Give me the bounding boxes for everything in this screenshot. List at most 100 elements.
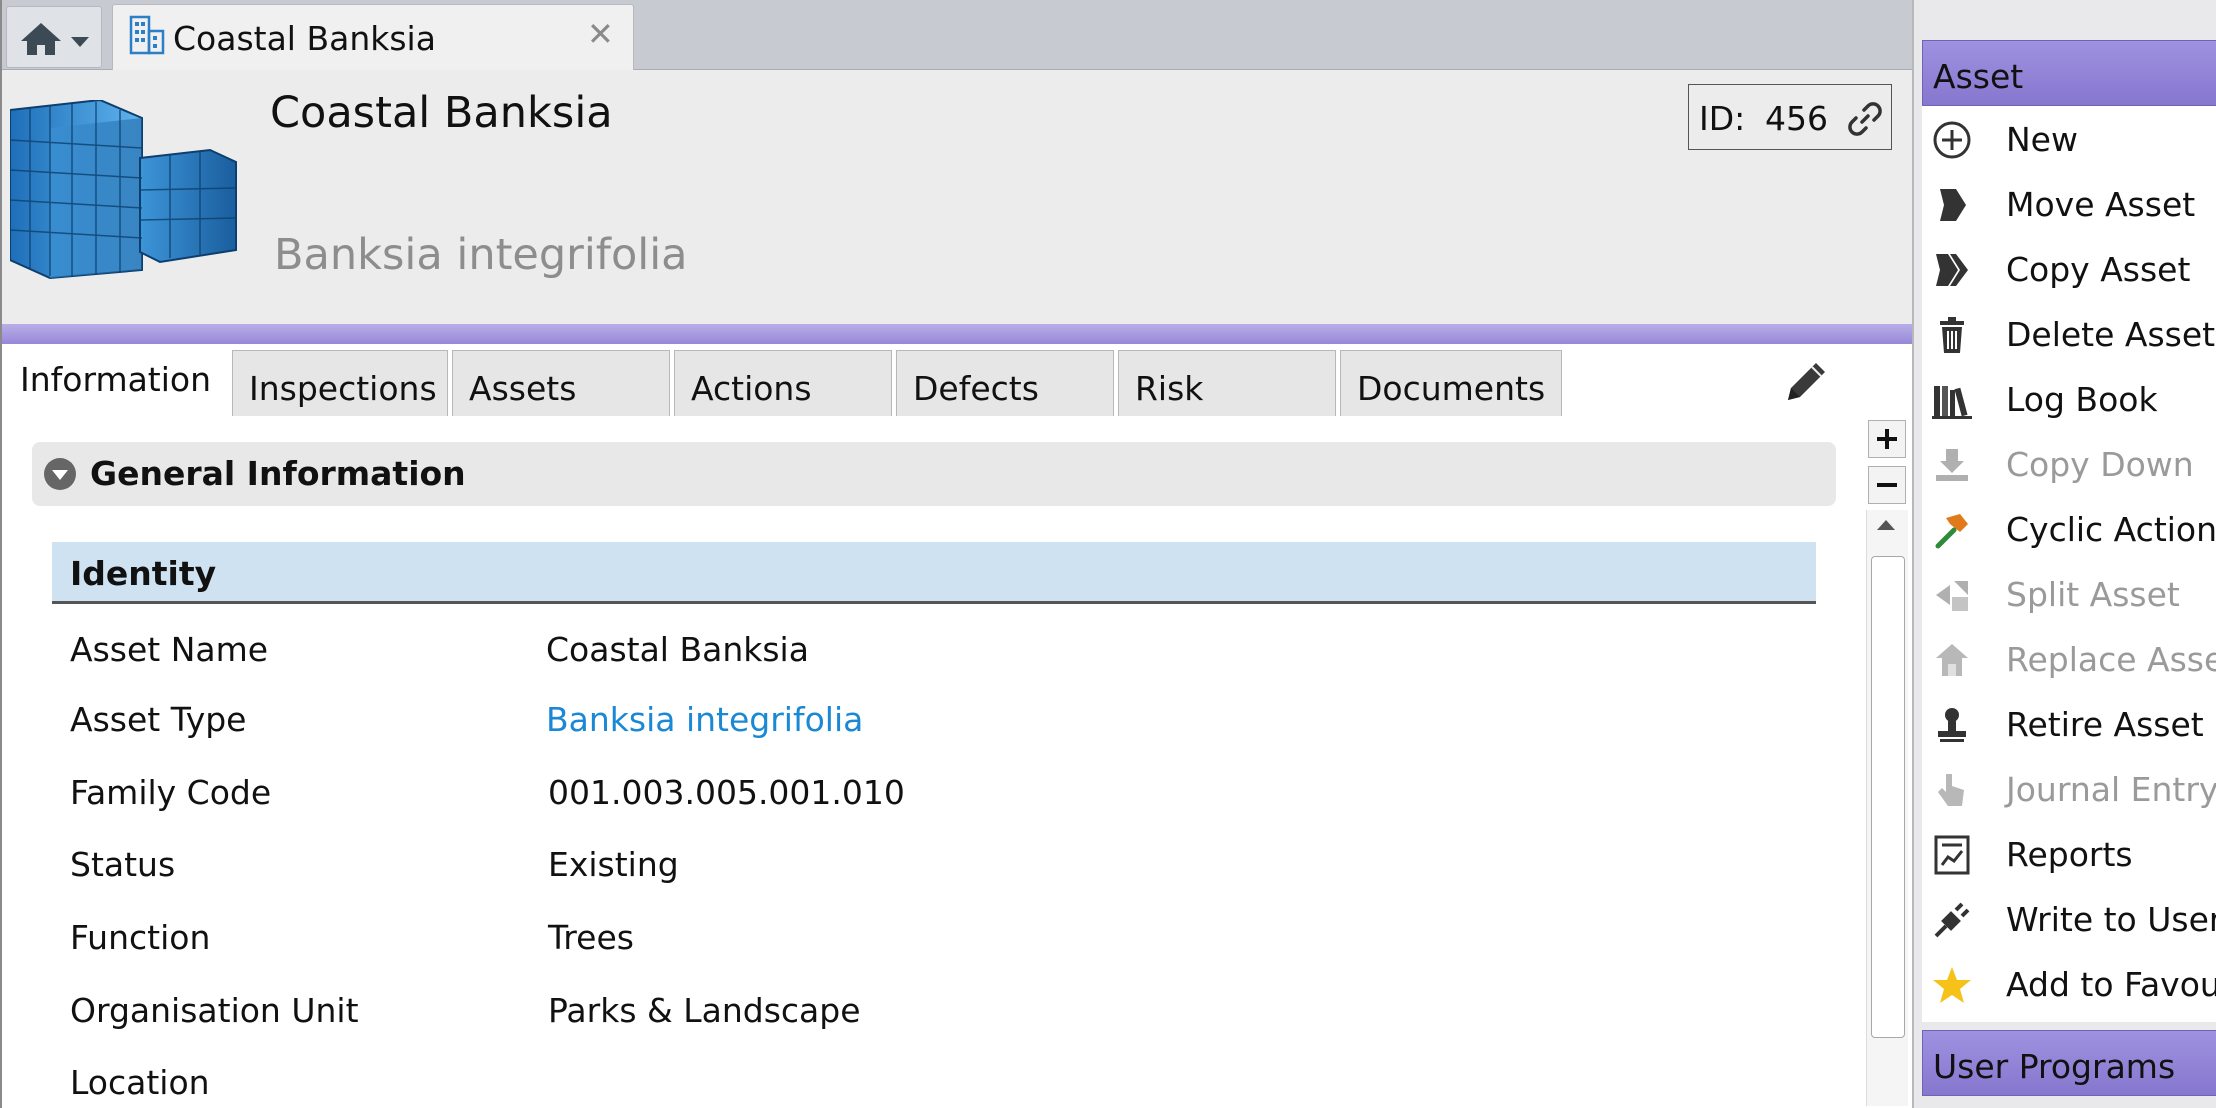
- split-icon: [1936, 581, 1968, 611]
- building-icon: [129, 15, 165, 55]
- header-accent-bar: [2, 324, 1914, 346]
- tab-inspections[interactable]: Inspections: [232, 350, 448, 416]
- plug-icon: [1934, 902, 1970, 938]
- field-row-status: Status Existing: [70, 845, 1810, 895]
- field-value: 001.003.005.001.010: [548, 773, 905, 812]
- house-replace-icon: [1936, 644, 1968, 676]
- main-panel: Coastal Banksia ✕ Coastal Banksia Banksi…: [0, 0, 1914, 1108]
- field-label: Asset Name: [70, 630, 269, 669]
- menu-item-copy-down[interactable]: Copy Down: [1922, 431, 2216, 496]
- field-label: Family Code: [70, 773, 272, 812]
- menu-item-reports[interactable]: Reports: [1922, 821, 2216, 886]
- tab-actions[interactable]: Actions: [674, 350, 892, 416]
- menu-item-copy-asset[interactable]: Copy Asset: [1922, 236, 2216, 301]
- tab-assets[interactable]: Assets: [452, 350, 670, 416]
- field-row-family-code: Family Code 001.003.005.001.010: [70, 773, 1810, 823]
- menu-item-label: Cyclic Actions: [2006, 510, 2216, 549]
- asset-subtitle: Banksia integrifolia: [274, 230, 688, 280]
- menu-item-journal-entry[interactable]: Journal Entry: [1922, 756, 2216, 821]
- vertical-scrollbar[interactable]: [1866, 510, 1908, 1106]
- asset-menu-title: Asset: [1933, 57, 2024, 96]
- asset-menu-list: New Move Asset Copy Asset Delete Asset L…: [1922, 106, 2216, 1022]
- stamp-icon: [1938, 708, 1966, 742]
- pencil-icon[interactable]: [1782, 356, 1832, 406]
- collapse-all-button[interactable]: [1868, 466, 1906, 504]
- menu-item-add-to-favourites[interactable]: Add to Favour: [1922, 951, 2216, 1016]
- books-icon: [1932, 386, 1972, 419]
- field-value: Coastal Banksia: [546, 630, 809, 669]
- tab-defects[interactable]: Defects: [896, 350, 1114, 416]
- user-programs-header[interactable]: User Programs: [1922, 1030, 2216, 1096]
- general-information-section-header[interactable]: General Information: [32, 442, 1836, 506]
- id-value: 456: [1765, 99, 1828, 138]
- menu-item-label: Write to User: [2006, 900, 2216, 939]
- menu-item-label: Retire Asset: [2006, 705, 2204, 744]
- menu-item-label: Move Asset: [2006, 185, 2196, 224]
- field-value: Trees: [548, 918, 634, 957]
- identity-title: Identity: [70, 554, 217, 593]
- menu-item-label: Add to Favour: [2006, 965, 2216, 1004]
- field-row-organisation-unit: Organisation Unit Parks & Landscape: [70, 991, 1810, 1041]
- plus-circle-icon: [1933, 121, 1971, 159]
- field-label: Asset Type: [70, 700, 247, 739]
- menu-item-new[interactable]: New: [1922, 106, 2216, 171]
- tab-documents[interactable]: Documents: [1340, 350, 1562, 416]
- menu-item-cyclic-actions[interactable]: Cyclic Actions: [1922, 496, 2216, 561]
- id-label: ID:: [1699, 99, 1746, 138]
- asset-id-box: ID: 456: [1688, 84, 1892, 150]
- field-row-function: Function Trees: [70, 918, 1810, 968]
- scroll-up-icon[interactable]: [1877, 520, 1895, 530]
- asset-menu-header[interactable]: Asset: [1922, 40, 2216, 106]
- tab-information[interactable]: Information: [4, 344, 230, 418]
- information-content: General Information Identity Asset Name …: [2, 416, 1914, 1108]
- chevron-down-icon: [71, 37, 89, 47]
- menu-item-label: New: [2006, 120, 2078, 159]
- menu-item-log-book[interactable]: Log Book: [1922, 366, 2216, 431]
- menu-item-label: Replace Asset: [2006, 640, 2216, 679]
- home-dropdown-button[interactable]: [6, 6, 102, 68]
- double-arrow-tag-icon: [1936, 254, 1968, 286]
- menu-item-label: Split Asset: [2006, 575, 2180, 614]
- menu-item-retire-asset[interactable]: Retire Asset: [1922, 691, 2216, 756]
- action-side-panel: Asset New Move Asset Copy Asset Delete A…: [1912, 0, 2216, 1108]
- asset-type-link[interactable]: Banksia integrifolia: [546, 700, 863, 739]
- asset-header: Coastal Banksia Banksia integrifolia ID:…: [2, 70, 1914, 324]
- menu-item-label: Journal Entry: [2006, 770, 2216, 809]
- download-tray-icon: [1936, 449, 1968, 481]
- menu-item-move-asset[interactable]: Move Asset: [1922, 171, 2216, 236]
- menu-item-label: Reports: [2006, 835, 2133, 874]
- scroll-thumb[interactable]: [1871, 556, 1905, 1038]
- menu-item-write-to-user[interactable]: Write to User: [1922, 886, 2216, 951]
- document-tab[interactable]: Coastal Banksia ✕: [112, 4, 634, 70]
- collapse-icon[interactable]: [44, 458, 76, 490]
- field-label: Function: [70, 918, 211, 957]
- hammer-icon: [1935, 514, 1968, 549]
- home-icon: [21, 23, 61, 55]
- section-title: General Information: [90, 454, 466, 493]
- field-label: Organisation Unit: [70, 991, 359, 1030]
- menu-item-label: Copy Asset: [2006, 250, 2191, 289]
- field-row-asset-name: Asset Name Coastal Banksia: [70, 630, 1810, 680]
- close-icon[interactable]: ✕: [587, 15, 614, 53]
- detail-tabs: Information Inspections Assets Actions D…: [2, 344, 1914, 418]
- field-value: Existing: [548, 845, 679, 884]
- menu-item-label: Copy Down: [2006, 445, 2194, 484]
- field-label: Status: [70, 845, 176, 884]
- field-row-asset-type: Asset Type Banksia integrifolia: [70, 700, 1810, 750]
- document-tab-strip: Coastal Banksia ✕: [2, 0, 1914, 70]
- user-programs-title: User Programs: [1933, 1047, 2176, 1086]
- menu-item-delete-asset[interactable]: Delete Asset: [1922, 301, 2216, 366]
- expand-all-button[interactable]: [1868, 420, 1906, 458]
- field-label: Location: [70, 1063, 210, 1102]
- menu-item-replace-asset[interactable]: Replace Asset: [1922, 626, 2216, 691]
- field-row-location: Location: [70, 1063, 1810, 1108]
- menu-item-split-asset[interactable]: Split Asset: [1922, 561, 2216, 626]
- hand-pointer-icon: [1938, 774, 1964, 806]
- field-value: Parks & Landscape: [548, 991, 861, 1030]
- link-icon[interactable]: [1847, 101, 1883, 137]
- tab-risk[interactable]: Risk: [1118, 350, 1336, 416]
- identity-header: Identity: [52, 542, 1816, 604]
- menu-item-label: Log Book: [2006, 380, 2158, 419]
- document-tab-title: Coastal Banksia: [173, 19, 436, 58]
- trash-icon: [1940, 317, 1964, 353]
